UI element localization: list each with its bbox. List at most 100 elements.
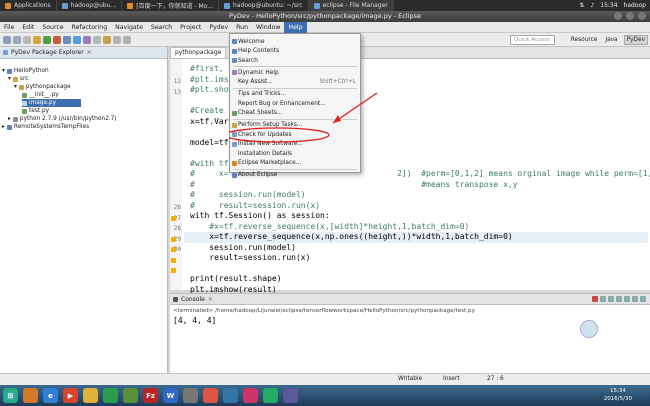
code-line[interactable]: #plt.show	[190, 85, 233, 96]
quick-access-input[interactable]: Quick Access	[510, 35, 555, 45]
print-icon[interactable]	[23, 35, 31, 44]
menu-file[interactable]: File	[0, 22, 18, 33]
help-menu-item-about-eclipse[interactable]: About Eclipse	[230, 171, 360, 181]
folder-icon[interactable]	[23, 388, 38, 403]
task-file-manager[interactable]: eclipse - File Manager	[308, 0, 394, 11]
applications-menu[interactable]: Applications	[0, 0, 57, 11]
menu-edit[interactable]: Edit	[18, 22, 38, 33]
menu-project[interactable]: Project	[176, 22, 205, 33]
package-explorer-tab[interactable]: PyDev Package Explorer ✕	[0, 47, 167, 59]
vm-icon[interactable]	[283, 388, 298, 403]
app-icon[interactable]	[123, 388, 138, 403]
help-menu-item-key-assist[interactable]: Key Assist... Shift+Ctrl+L	[230, 78, 360, 88]
perspective-pydev[interactable]: PyDev	[623, 35, 648, 45]
tree-item-src[interactable]: ▾ src	[8, 75, 28, 83]
code-line[interactable]: #plt.ims	[190, 75, 229, 86]
console-output[interactable]: [4, 4, 4]	[173, 316, 216, 325]
help-menu-item-help-contents[interactable]: Help Contents	[230, 47, 360, 57]
tree-item-image-py[interactable]: image.py	[22, 99, 81, 107]
code-line[interactable]: # session.run(model)	[190, 190, 306, 201]
code-line[interactable]: print(result.shape)	[190, 274, 282, 285]
app2-icon[interactable]	[203, 388, 218, 403]
code-line[interactable]: result=session.run(x)	[190, 253, 310, 264]
help-menu-item-installation-details[interactable]: Installation Details	[230, 149, 360, 159]
tree-item-python-interpreter[interactable]: ▸ python 2.7.9 (/usr/bin/python2.7)	[8, 115, 117, 123]
close-icon[interactable]: ✕	[208, 296, 213, 303]
pin-console-icon[interactable]	[624, 296, 630, 302]
warning-marker-icon[interactable]	[171, 247, 176, 252]
debug-icon[interactable]	[33, 35, 41, 44]
code-line[interactable]: model=tf	[190, 138, 229, 149]
tree-item-init-py[interactable]: __init__.py	[22, 91, 59, 99]
app4-icon[interactable]	[243, 388, 258, 403]
tree-item-remote-systems[interactable]: ▸ RemoteSystemsTempFiles	[2, 123, 89, 131]
word-icon[interactable]: W	[163, 388, 178, 403]
forward-icon[interactable]	[123, 35, 131, 44]
code-line[interactable]: x=tf.Var	[190, 117, 229, 128]
code-line[interactable]: #Create	[190, 106, 224, 117]
menu-pydev[interactable]: Pydev	[205, 22, 232, 33]
expand-icon[interactable]: ▸	[2, 123, 5, 131]
warning-marker-icon[interactable]	[171, 215, 176, 221]
code-line[interactable]: # #means transpose x,y	[190, 180, 518, 191]
taskbar-clock[interactable]: 15:34 2016/5/30	[604, 387, 632, 403]
collapse-icon[interactable]: ▾	[2, 67, 5, 75]
task-terminal-1[interactable]: hadoop@ubu...	[57, 0, 123, 11]
close-icon[interactable]: ✕	[87, 49, 92, 56]
open-type-icon[interactable]	[83, 35, 91, 44]
explorer-icon[interactable]	[83, 388, 98, 403]
tree-item-test-py[interactable]: test.py	[22, 107, 49, 115]
perspective-resource[interactable]: Resource	[569, 36, 600, 44]
panel-clock[interactable]: 15:34	[600, 2, 617, 9]
warning-marker-icon[interactable]	[171, 257, 176, 263]
menu-search[interactable]: Search	[147, 22, 176, 33]
code-line[interactable]: session.run(model)	[190, 243, 296, 254]
help-menu-item-search[interactable]: Search	[230, 56, 360, 66]
network-icon[interactable]: ⇅	[579, 2, 584, 9]
task-terminal-2[interactable]: hadoop@ubuntu: ~/src	[219, 0, 309, 11]
minimize-icon[interactable]	[640, 296, 646, 302]
maximize-button[interactable]	[626, 12, 634, 20]
menu-run[interactable]: Run	[232, 22, 252, 33]
code-line[interactable]: #with tf	[190, 159, 229, 170]
close-button[interactable]	[638, 12, 646, 20]
code-line[interactable]: #first,	[190, 64, 224, 75]
back-icon[interactable]	[113, 35, 121, 44]
console-tab[interactable]: Console ✕	[170, 294, 650, 305]
warning-marker-icon[interactable]	[171, 268, 176, 273]
search-icon[interactable]	[93, 35, 101, 44]
menu-refactoring[interactable]: Refactoring	[68, 22, 112, 33]
help-menu-item-welcome[interactable]: Welcome	[230, 37, 360, 47]
save-icon[interactable]	[13, 35, 21, 44]
new-icon[interactable]	[3, 35, 11, 44]
menu-source[interactable]: Source	[38, 22, 67, 33]
menu-navigate[interactable]: Navigate	[111, 22, 147, 33]
external-tools-icon[interactable]	[53, 35, 61, 44]
minimize-button[interactable]	[614, 12, 622, 20]
menu-window[interactable]: Window	[252, 22, 284, 33]
perspective-java[interactable]: Java	[603, 36, 619, 44]
media-icon[interactable]: ▶	[63, 388, 78, 403]
terminal-icon[interactable]	[183, 388, 198, 403]
editor-tab-image-py[interactable]: pythonpackage	[170, 47, 227, 58]
new-class-icon[interactable]	[73, 35, 81, 44]
run-icon[interactable]	[43, 35, 51, 44]
scroll-lock-icon[interactable]	[616, 296, 622, 302]
start-button-icon[interactable]: ⊞	[3, 388, 18, 403]
display-console-icon[interactable]	[632, 296, 638, 302]
code-line[interactable]: x=tf.reverse_sequence(x,np.ones((height,…	[184, 232, 648, 243]
code-line[interactable]: #x=tf.reverse_sequence(x,[width]*height,…	[190, 222, 469, 233]
app3-icon[interactable]	[223, 388, 238, 403]
floating-widget-icon[interactable]	[580, 320, 598, 338]
help-menu-item-dynamic-help[interactable]: Dynamic Help	[230, 68, 360, 78]
clear-console-icon[interactable]	[608, 296, 614, 302]
terminate-icon[interactable]	[592, 296, 598, 302]
code-line[interactable]: # result=session.run(x)	[190, 201, 320, 212]
tree-item-hellopython[interactable]: ▾ HelloPython	[2, 67, 49, 75]
browser-icon[interactable]: e	[43, 388, 58, 403]
warning-marker-icon[interactable]	[171, 236, 176, 242]
help-menu-item-eclipse-marketplace[interactable]: Eclipse Marketplace...	[230, 159, 360, 169]
expand-icon[interactable]: ▸	[8, 115, 11, 123]
tree-item-pythonpackage[interactable]: ▾ pythonpackage	[14, 83, 71, 91]
menu-help[interactable]: Help	[284, 21, 307, 33]
